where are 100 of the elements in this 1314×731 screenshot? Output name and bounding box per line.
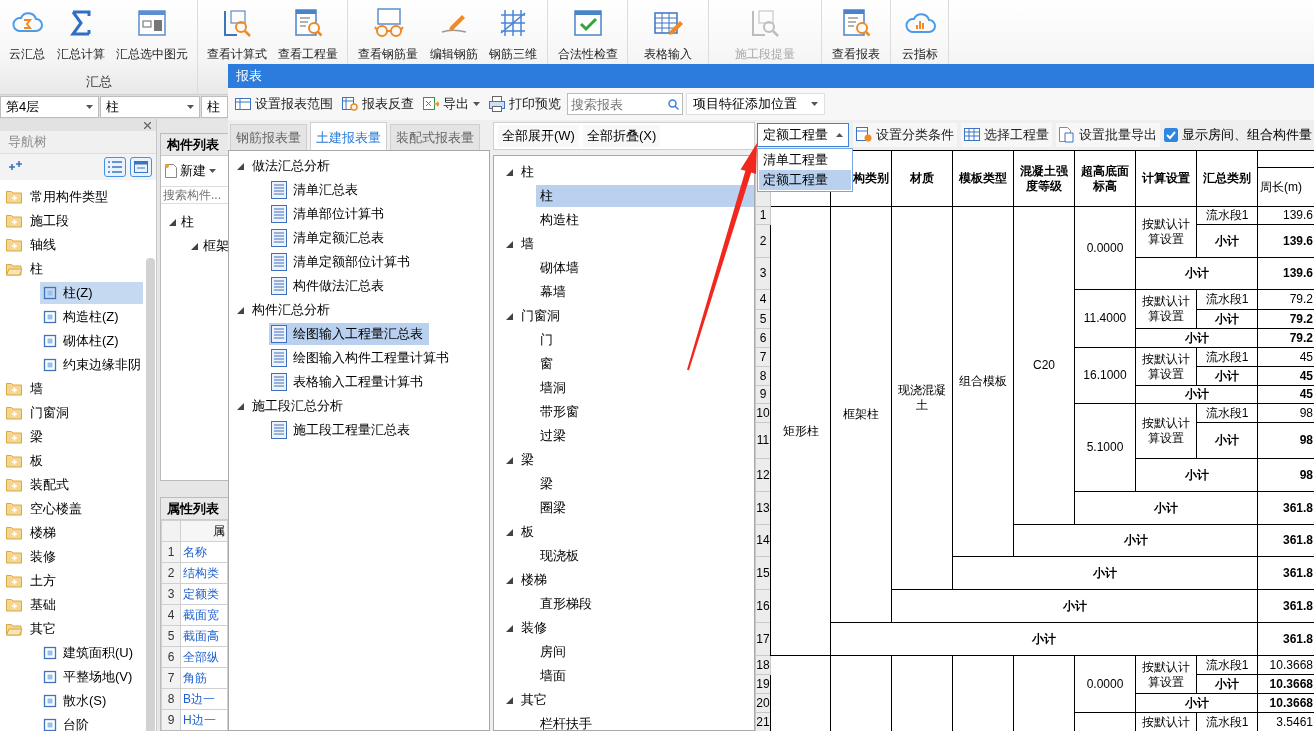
triangle-icon[interactable] [506,456,513,464]
tree-item[interactable]: 柱 [0,258,43,280]
menu-item[interactable]: 定额工程量 [759,170,851,190]
tree-item[interactable]: 其它 [521,691,547,709]
ribbon-button[interactable]: 云汇总 [7,7,48,63]
tree-item[interactable]: 土方 [0,570,56,592]
triangle-icon[interactable] [237,402,244,410]
tree-item[interactable]: 砌体墙 [536,257,585,279]
report-item[interactable]: 施工段工程量汇总表 [269,419,416,441]
search-field[interactable]: 搜索报表 [567,93,683,115]
tree-item[interactable]: 柱 [536,185,754,207]
triangle-icon[interactable] [191,242,198,250]
ribbon-button[interactable]: 汇总计算 [54,7,107,63]
floor-dropdown[interactable]: 第4层 [0,96,99,118]
ribbon-button[interactable]: 钢筋三维 [487,7,540,63]
triangle-icon[interactable] [506,312,513,320]
tree-item[interactable]: 约束边缘非阴 [40,354,143,376]
tree-item[interactable]: 幕墙 [536,281,572,303]
new-button[interactable]: 新建 [161,156,228,186]
tree-item[interactable]: 施工段汇总分析 [252,397,343,415]
tree-item[interactable]: 楼梯 [0,522,56,544]
triangle-icon[interactable] [506,528,513,536]
tree-item[interactable]: 基础 [0,594,56,616]
triangle-icon[interactable] [237,162,244,170]
report-item[interactable]: 构件做法汇总表 [269,275,390,297]
tree-item[interactable]: 梁 [0,426,43,448]
report-item[interactable]: 清单定额汇总表 [269,227,390,249]
tree-item[interactable]: 栏杆扶手 [536,713,598,730]
tree-item[interactable]: 窗 [536,353,559,375]
collapse-all-button[interactable]: 全部折叠(X) [582,125,661,147]
triangle-icon[interactable] [506,624,513,632]
toolbar-button[interactable]: 设置批量导出 [1056,123,1160,147]
toolbar-button[interactable]: 选择工程量 [961,123,1052,147]
tree-item[interactable]: 门 [536,329,559,351]
tab[interactable]: 土建报表量 [310,122,387,150]
report-item[interactable]: 绘图输入工程量汇总表 [269,323,429,345]
tree-item[interactable]: 空心楼盖 [0,498,82,520]
triangle-icon[interactable] [506,576,513,584]
ribbon-button[interactable]: 查看钢筋量 [355,7,420,63]
tree-item[interactable]: 带形窗 [536,401,585,423]
quantity-dropdown[interactable]: 定额工程量 [757,123,849,147]
ribbon-button[interactable]: 表格输入 [642,7,694,63]
tree-item[interactable]: 构件汇总分析 [252,301,330,319]
tree-item[interactable]: 直形梯段 [536,593,598,615]
tree-item[interactable]: 墙 [0,378,43,400]
search-field[interactable]: 搜索构件... [161,186,228,204]
tree-item[interactable]: 柱(Z) [40,282,143,304]
tree-item[interactable]: 施工段 [0,210,69,232]
tree-item[interactable]: 常用构件类型 [0,186,108,208]
tree-item[interactable]: 房间 [536,641,572,663]
tree-item[interactable]: 门窗洞 [0,402,69,424]
triangle-icon[interactable] [506,696,513,704]
triangle-icon[interactable] [169,218,176,226]
tree-item[interactable]: 楼梯 [521,571,547,589]
ribbon-button[interactable]: 查看报表 [830,7,882,63]
tree-item[interactable]: 砌体柱(Z) [40,330,143,352]
tree-item[interactable]: 门窗洞 [521,307,560,325]
report-item[interactable]: 清单部位计算书 [269,203,390,225]
ribbon-button[interactable]: 查看计算式 [205,7,269,63]
tree-item[interactable]: 建筑面积(U) [40,642,143,664]
triangle-icon[interactable] [506,240,513,248]
category-dropdown[interactable]: 柱 [100,96,200,118]
tree-item[interactable]: 圈梁 [536,497,572,519]
triangle-icon[interactable] [237,306,244,314]
tree-item[interactable]: 柱 [181,213,194,231]
checkbox[interactable] [1164,128,1178,142]
ribbon-button[interactable]: 合法性检查 [555,7,620,63]
tree-item[interactable]: 散水(S) [40,690,143,712]
tree-item[interactable]: 做法汇总分析 [252,157,330,175]
position-dropdown[interactable]: 项目特征添加位置 [686,93,825,115]
tab[interactable]: 钢筋报表量 [230,124,307,150]
tree-item[interactable]: 过梁 [536,425,572,447]
tree-item[interactable]: 现浇板 [536,545,585,567]
triangle-icon[interactable] [506,168,513,176]
tree-item[interactable]: 构造柱 [536,209,585,231]
tree-item[interactable]: 梁 [536,473,559,495]
tree-item[interactable]: 其它 [0,618,56,640]
component-dropdown[interactable]: 柱 [201,96,228,118]
tree-item[interactable]: 墙面 [536,665,572,687]
list-view-button[interactable] [104,157,126,177]
tree-item[interactable]: 平整场地(V) [40,666,143,688]
tree-item[interactable]: 台阶 [40,714,143,731]
report-item[interactable]: 清单定额部位计算书 [269,251,416,273]
tree-item[interactable]: 梁 [521,451,534,469]
report-item[interactable]: 绘图输入构件工程量计算书 [269,347,455,369]
tree-item[interactable]: 板 [0,450,43,472]
close-icon[interactable] [144,121,151,129]
ribbon-button[interactable]: 查看工程量 [276,7,340,63]
ribbon-button[interactable]: 编辑钢筋 [427,7,480,63]
report-item[interactable]: 表格输入工程量计算书 [269,371,429,393]
tab[interactable]: 装配式报表量 [390,124,480,150]
ribbon-button[interactable]: 云指标 [899,7,940,63]
tree-item[interactable]: 板 [521,523,534,541]
expand-all-button[interactable]: 全部展开(W) [498,125,579,147]
tree-item[interactable]: 装修 [0,546,56,568]
toolbar-button[interactable]: 设置分类条件 [853,123,957,147]
tree-item[interactable]: 装修 [521,619,547,637]
tree-item[interactable]: 构造柱(Z) [40,306,143,328]
report-item[interactable]: 清单汇总表 [269,179,364,201]
sparkle-icon[interactable] [8,161,24,173]
